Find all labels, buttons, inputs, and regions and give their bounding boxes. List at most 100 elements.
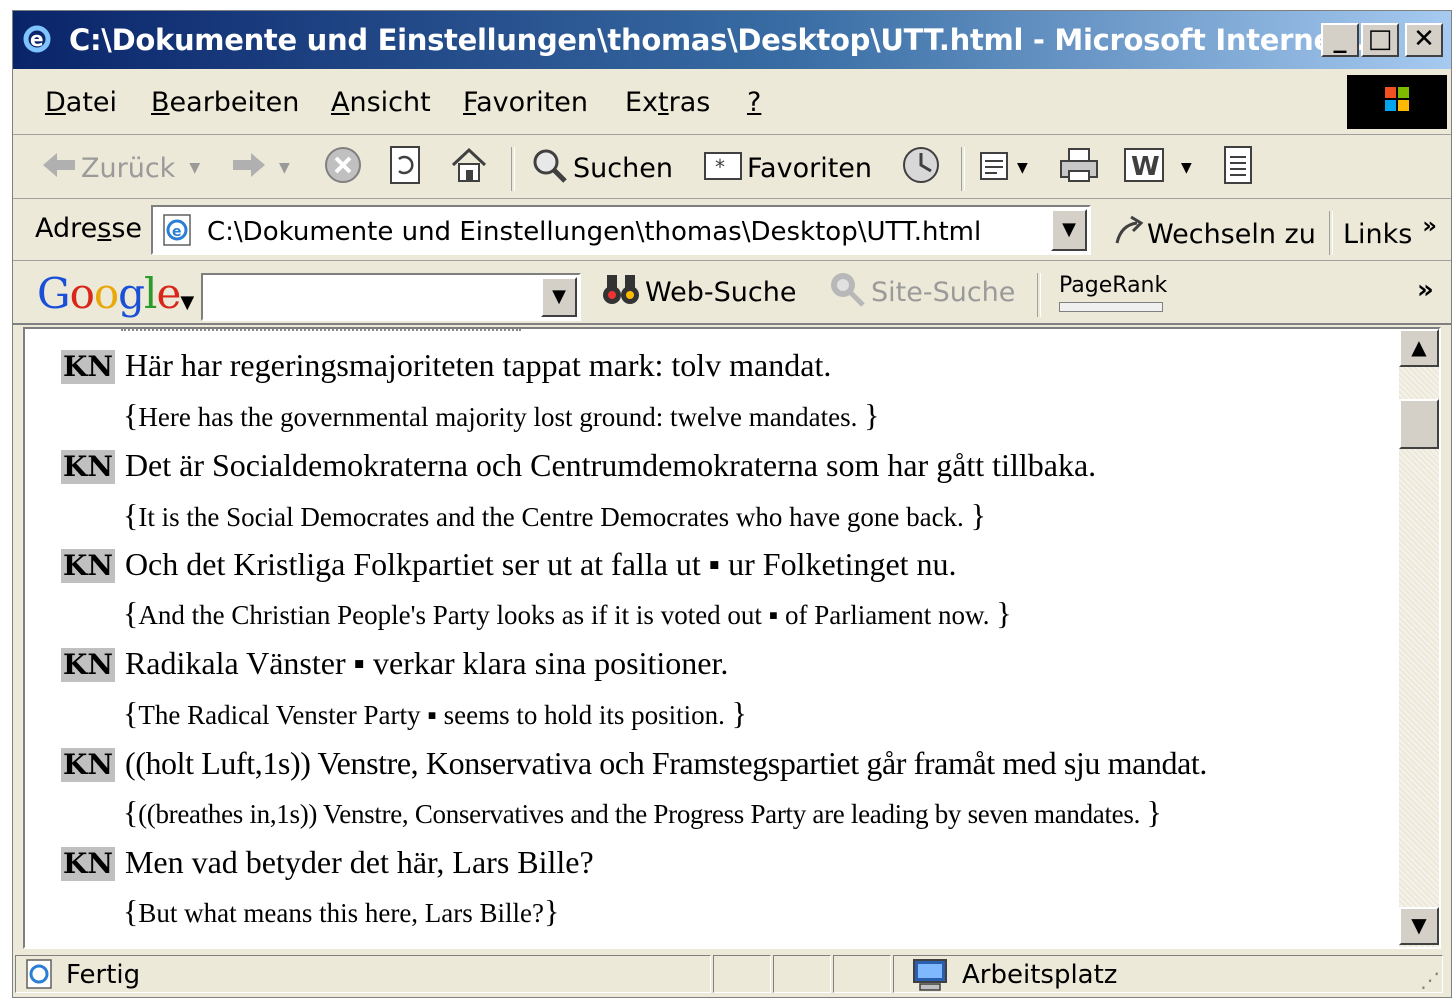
window-title: C:\Dokumente und Einstellungen\thomas\De…: [69, 23, 1389, 57]
transcript-entry: KN Men vad betyder det här, Lars Bille?: [61, 844, 594, 881]
chevron-down-icon: ▼: [189, 160, 201, 176]
original-text: Radikala Vänster ▪ verkar klara sina pos…: [124, 645, 729, 681]
transcript-entry: KN Här har regeringsmajoriteten tappat ma…: [61, 347, 831, 384]
speaker-tag: KN: [61, 648, 115, 682]
translation-text: {But what means this here, Lars Bille?}: [123, 893, 560, 929]
go-button[interactable]: Wechseln zu: [1111, 213, 1316, 256]
original-text: Och det Kristliga Folkpartiet ser ut at …: [124, 546, 957, 582]
scroll-up-button[interactable]: ▲: [1399, 329, 1439, 367]
svg-text:W: W: [1131, 152, 1160, 182]
menu-view[interactable]: Ansicht: [331, 87, 431, 118]
transcript-entry: KN ((holt Luft,1s)) Venstre, Konservativa…: [61, 745, 1207, 782]
print-button[interactable]: [1057, 147, 1101, 189]
original-text: ((holt Luft,1s)) Venstre, Konservativa o…: [124, 745, 1207, 781]
translation-text: {And the Christian People's Party looks …: [123, 595, 1012, 631]
original-text: Men vad betyder det här, Lars Bille?: [124, 844, 594, 880]
stop-button[interactable]: [323, 145, 363, 192]
printer-icon: [1057, 145, 1101, 192]
transcript-entry: KN Och det Kristliga Folkpartiet ser ut a…: [61, 546, 957, 583]
pagerank-bar: [1059, 302, 1163, 312]
refresh-button[interactable]: [387, 145, 423, 189]
pagerank-indicator: PageRank: [1059, 273, 1167, 312]
document-icon: [1221, 145, 1257, 192]
resize-grip-icon[interactable]: ⋰: [1420, 968, 1440, 992]
menu-help[interactable]: ?: [747, 87, 761, 118]
word-icon: W: [1123, 145, 1167, 192]
home-icon: [449, 145, 489, 192]
more-button[interactable]: »: [1417, 275, 1434, 305]
site-search-icon: [827, 269, 867, 316]
partial-line: [121, 329, 521, 334]
menu-extras[interactable]: Extras: [625, 87, 710, 118]
chevron-down-icon: ▼: [1181, 160, 1192, 176]
stop-icon: [323, 145, 363, 192]
vertical-scrollbar[interactable]: ▲ ▼: [1399, 329, 1439, 947]
discuss-button[interactable]: [1221, 145, 1257, 192]
svg-text:e: e: [172, 224, 182, 240]
browser-window: e C:\Dokumente und Einstellungen\thomas\…: [12, 10, 1452, 998]
standard-toolbar: Zurück ▼ ▼ Suchen * Favoriten ▼ W ▼: [13, 137, 1451, 199]
mail-button[interactable]: ▼: [977, 147, 1028, 189]
status-zone: Arbeitsplatz ⋰: [893, 955, 1443, 993]
maximize-button[interactable]: □: [1361, 23, 1399, 57]
status-cell: [713, 955, 771, 993]
status-main: Fertig: [15, 955, 711, 993]
home-button[interactable]: [449, 147, 489, 189]
mail-icon: [977, 145, 1017, 192]
status-cell: [833, 955, 891, 993]
speaker-tag: KN: [61, 847, 115, 881]
translation-text: {It is the Social Democrates and the Cen…: [123, 497, 986, 533]
title-bar: e C:\Dokumente und Einstellungen\thomas\…: [13, 11, 1451, 69]
menu-favorites[interactable]: Favoriten: [463, 87, 588, 118]
speaker-tag: KN: [61, 350, 115, 384]
links-button[interactable]: Links»: [1343, 213, 1437, 250]
close-button[interactable]: ✕: [1405, 23, 1443, 57]
speaker-tag: KN: [61, 450, 115, 484]
search-icon: [529, 145, 569, 192]
go-arrow-icon: [1111, 213, 1147, 256]
history-button[interactable]: [899, 145, 943, 192]
minimize-button[interactable]: _: [1321, 23, 1359, 57]
address-label: Adresse: [35, 213, 143, 244]
scroll-thumb[interactable]: [1399, 399, 1439, 449]
back-arrow-icon: [41, 151, 77, 186]
ie-icon: e: [21, 23, 53, 55]
svg-text:e: e: [30, 27, 44, 51]
page-content: KN Här har regeringsmajoriteten tappat ma…: [23, 327, 1441, 949]
translation-text: {The Radical Venster Party ▪ seems to ho…: [123, 695, 747, 731]
address-bar: Adresse e C:\Dokumente und Einstellungen…: [13, 201, 1451, 261]
computer-icon: [910, 958, 950, 999]
google-logo[interactable]: Google▼: [37, 269, 194, 318]
scroll-down-button[interactable]: ▼: [1399, 907, 1439, 945]
google-search-input[interactable]: ▼: [201, 273, 581, 321]
status-bar: Fertig Arbeitsplatz ⋰: [13, 951, 1451, 997]
address-dropdown-button[interactable]: ▼: [1051, 209, 1087, 251]
back-button[interactable]: Zurück ▼: [41, 147, 200, 189]
menu-edit[interactable]: Bearbeiten: [151, 87, 299, 118]
windows-logo-icon: [1347, 75, 1447, 129]
svg-text:*: *: [715, 155, 725, 179]
favorites-button[interactable]: * Favoriten: [703, 147, 872, 189]
site-search-button[interactable]: Site-Suche: [827, 271, 1015, 313]
original-text: Det är Socialdemokraterna och Centrumdem…: [124, 447, 1097, 483]
address-value: C:\Dokumente und Einstellungen\thomas\De…: [207, 217, 982, 247]
google-search-dropdown[interactable]: ▼: [541, 277, 577, 317]
translation-text: {Here has the governmental majority lost…: [123, 397, 880, 433]
page-icon: e: [161, 213, 195, 251]
word-edit-button[interactable]: W ▼: [1123, 147, 1192, 189]
menu-bar: Datei Bearbeiten Ansicht Favoriten Extra…: [13, 71, 1451, 135]
transcript-entry: KN Radikala Vänster ▪ verkar klara sina p…: [61, 645, 728, 682]
forward-arrow-icon: [231, 151, 267, 186]
speaker-tag: KN: [61, 549, 115, 583]
history-icon: [899, 145, 943, 192]
forward-button[interactable]: ▼: [231, 147, 290, 189]
web-search-button[interactable]: Web-Suche: [601, 271, 796, 313]
address-input[interactable]: e C:\Dokumente und Einstellungen\thomas\…: [151, 205, 1091, 255]
speaker-tag: KN: [61, 748, 115, 782]
chevron-down-icon: ▼: [279, 160, 290, 176]
binoculars-icon: [601, 269, 641, 316]
search-button[interactable]: Suchen: [529, 147, 673, 189]
menu-file[interactable]: Datei: [45, 87, 117, 118]
translation-text: {((breathes in,1s)) Venstre, Conservativ…: [123, 794, 1162, 830]
chevron-down-icon: ▼: [1017, 160, 1028, 176]
